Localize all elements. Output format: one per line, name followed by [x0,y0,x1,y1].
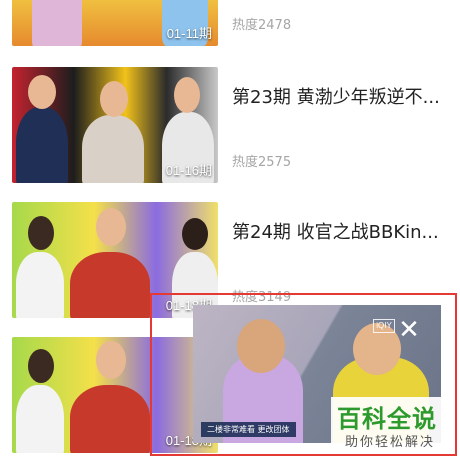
watermark-title: 百科全说 [337,405,437,433]
close-icon[interactable]: ✕ [397,317,421,343]
heat-count: 热度2575 [232,155,292,170]
episode-title[interactable]: 第23期 黄渤少年叛逆不... [232,83,450,109]
episode-title[interactable]: 第24期 收官之战BBKin... [232,218,450,244]
episode-thumbnail[interactable]: 01-11期 [12,0,218,46]
heat-count: 热度2478 [232,18,292,33]
episode-label: 01-16期 [165,163,212,178]
list-item[interactable]: 01-11期 热度2478 [0,0,460,48]
episode-label: 01-11期 [166,26,212,41]
watermark-subtitle: 助你轻松解决 [345,435,436,450]
watermark: 百科全说 助你轻松解决 [331,397,446,453]
iqiyi-logo: iQIY [373,319,395,333]
list-item[interactable]: 01-16期 第23期 黄渤少年叛逆不... 热度2575 [0,67,460,185]
episode-thumbnail[interactable]: 01-16期 [12,67,218,183]
video-caption: 二楼非常难看 更改团体 [201,422,296,437]
